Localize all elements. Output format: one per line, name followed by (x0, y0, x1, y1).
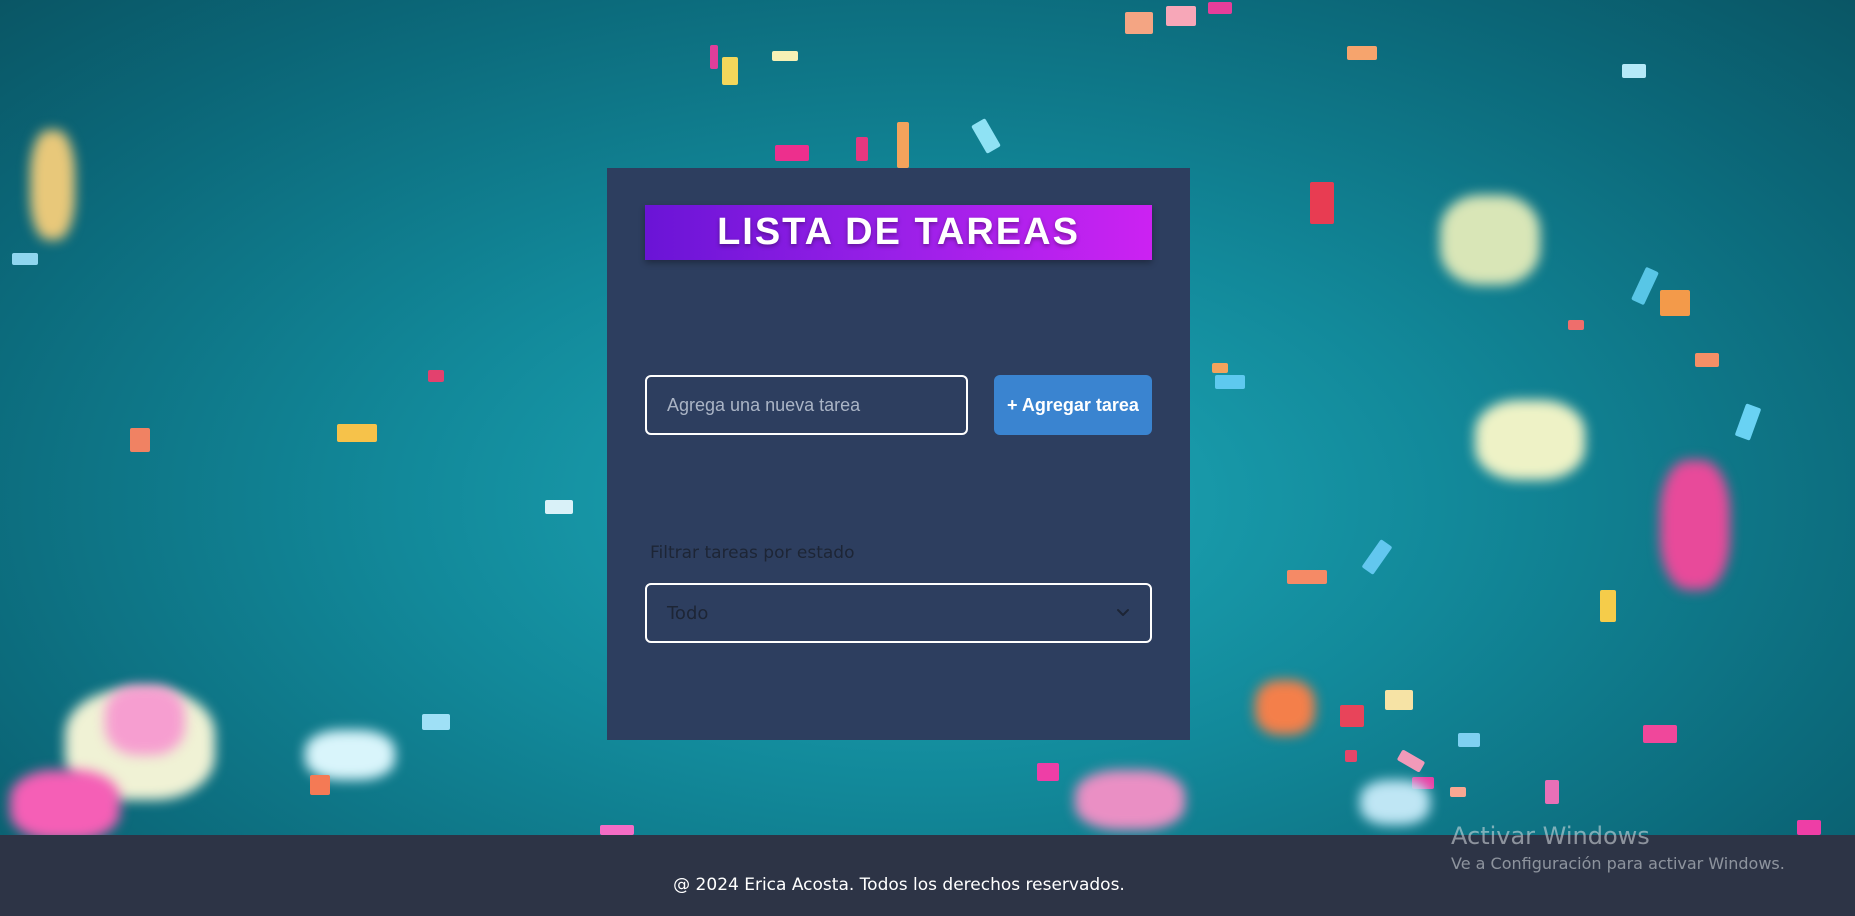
confetti-piece (1450, 787, 1466, 797)
confetti-piece (1660, 460, 1730, 590)
confetti-piece (1310, 182, 1334, 224)
confetti-piece (422, 714, 450, 730)
confetti-piece (12, 253, 38, 265)
confetti-piece (1695, 353, 1719, 367)
confetti-piece (1361, 539, 1393, 575)
confetti-piece (1734, 403, 1762, 441)
confetti-piece (1037, 763, 1059, 781)
status-filter-select[interactable]: Todo (645, 583, 1152, 643)
confetti-piece (1660, 290, 1690, 316)
status-filter-value: Todo (667, 602, 709, 624)
confetti-piece (1797, 820, 1821, 835)
confetti-piece (1643, 725, 1677, 743)
confetti-piece (130, 428, 150, 452)
confetti-piece (856, 137, 868, 161)
confetti-piece (897, 122, 909, 168)
confetti-piece (1208, 2, 1232, 14)
confetti-piece (1600, 590, 1616, 622)
footer-copyright: @ 2024 Erica Acosta. Todos los derechos … (673, 875, 1125, 895)
confetti-piece (337, 424, 377, 442)
confetti-piece (428, 370, 444, 382)
confetti-piece (1347, 46, 1377, 60)
confetti-piece (1458, 733, 1480, 747)
new-task-input[interactable] (645, 375, 968, 435)
confetti-piece (600, 825, 634, 835)
confetti-piece (1215, 375, 1245, 389)
windows-activation-watermark: Activar Windows Ve a Configuración para … (1451, 822, 1785, 873)
confetti-piece (305, 730, 395, 780)
confetti-piece (1568, 320, 1584, 330)
confetti-piece (722, 57, 738, 85)
watermark-subtitle: Ve a Configuración para activar Windows. (1451, 854, 1785, 873)
confetti-piece (1287, 570, 1327, 584)
confetti-piece (971, 118, 1001, 154)
confetti-piece (1545, 780, 1559, 804)
add-task-button[interactable]: + Agregar tarea (994, 375, 1152, 435)
confetti-piece (1166, 6, 1196, 26)
confetti-piece (30, 130, 75, 240)
confetti-piece (10, 770, 120, 835)
confetti-piece (1396, 749, 1426, 773)
confetti-piece (1255, 680, 1315, 735)
confetti-piece (1125, 12, 1153, 34)
confetti-piece (710, 45, 718, 69)
confetti-piece (772, 51, 798, 61)
confetti-piece (1360, 780, 1430, 825)
confetti-piece (105, 685, 185, 755)
todo-card: LISTA DE TAREAS + Agregar tarea Filtrar … (607, 168, 1190, 740)
confetti-piece (1622, 64, 1646, 78)
confetti-piece (775, 145, 809, 161)
title-banner: LISTA DE TAREAS (645, 205, 1152, 260)
chevron-down-icon (1116, 603, 1130, 624)
confetti-piece (1212, 363, 1228, 373)
confetti-piece (1475, 400, 1585, 480)
filter-label: Filtrar tareas por estado (650, 543, 855, 563)
confetti-piece (1340, 705, 1364, 727)
watermark-title: Activar Windows (1451, 822, 1650, 850)
confetti-piece (1440, 195, 1540, 285)
confetti-piece (545, 500, 573, 514)
confetti-piece (1385, 690, 1413, 710)
confetti-piece (1075, 770, 1185, 830)
page-title: LISTA DE TAREAS (717, 211, 1080, 253)
confetti-piece (1631, 266, 1659, 306)
confetti-piece (1345, 750, 1357, 762)
confetti-piece (310, 775, 330, 795)
